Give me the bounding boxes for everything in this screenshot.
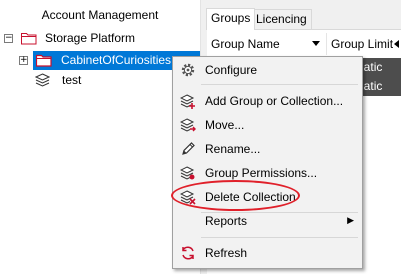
menu-separator bbox=[201, 84, 358, 85]
pencil-icon bbox=[182, 142, 195, 155]
delete-layers-icon bbox=[180, 190, 196, 205]
filter-dropdown-icon[interactable] bbox=[312, 41, 320, 46]
menu-item-label: Rename... bbox=[205, 142, 261, 156]
column-header-group-limit[interactable]: Group Limit bbox=[327, 33, 401, 55]
menu-item-add-group-or-collection[interactable]: Add Group or Collection... bbox=[175, 90, 360, 112]
menu-item-refresh[interactable]: Refresh bbox=[175, 242, 360, 264]
menu-item-label: Move... bbox=[205, 118, 245, 132]
folder-open-icon bbox=[21, 33, 37, 45]
menu-item-move[interactable]: Move... bbox=[175, 114, 360, 136]
expand-icon[interactable]: + bbox=[19, 56, 28, 65]
move-layers-icon bbox=[180, 118, 196, 132]
menu-separator bbox=[201, 237, 358, 238]
menu-item-delete-collection[interactable]: Delete Collection bbox=[175, 186, 360, 208]
menu-item-label: Group Permissions... bbox=[205, 166, 318, 180]
scroll-left-icon[interactable] bbox=[394, 40, 399, 48]
column-header-label: Group Name bbox=[211, 37, 280, 51]
tree-item-storage-platform[interactable]: − Storage Platform bbox=[0, 29, 200, 48]
column-header-group-name[interactable]: Group Name bbox=[207, 33, 327, 55]
permissions-icon bbox=[180, 166, 195, 180]
tree-item-label: CabinetOfCuriosities bbox=[61, 53, 172, 67]
folder-open-icon bbox=[36, 54, 52, 67]
menu-item-configure[interactable]: Configure bbox=[175, 59, 360, 81]
account-tree-panel: Account Management − Storage Platform + … bbox=[0, 0, 200, 274]
menu-item-label: Reports bbox=[205, 214, 248, 228]
column-header-label: Group Limit bbox=[331, 37, 394, 51]
menu-item-rename[interactable]: Rename... bbox=[175, 138, 360, 160]
context-menu: Configure Add Group or Collection... Mov… bbox=[172, 56, 363, 269]
tree-item-cabinetofcuriosities[interactable]: + CabinetOfCuriosities bbox=[0, 51, 200, 70]
tab-groups[interactable]: Groups bbox=[206, 8, 256, 30]
menu-item-label: Delete Collection bbox=[205, 190, 296, 204]
submenu-arrow-icon: ▶ bbox=[347, 216, 354, 226]
menu-item-label: Add Group or Collection... bbox=[205, 94, 344, 108]
tree-item-test[interactable]: test bbox=[0, 71, 200, 90]
add-layers-icon bbox=[180, 94, 195, 109]
gear-icon bbox=[181, 63, 195, 77]
reports-icon bbox=[180, 213, 196, 229]
tree-item-label: test bbox=[62, 73, 82, 87]
menu-item-group-permissions[interactable]: Group Permissions... bbox=[175, 162, 360, 184]
menu-item-reports[interactable]: Reports ▶ bbox=[175, 210, 360, 232]
refresh-icon bbox=[182, 246, 194, 260]
tab-licencing[interactable]: Licencing bbox=[251, 9, 312, 29]
layers-icon bbox=[35, 73, 50, 87]
tree-item-label: Storage Platform bbox=[45, 31, 136, 45]
menu-item-label: Configure bbox=[205, 63, 258, 77]
menu-item-label: Refresh bbox=[205, 246, 248, 260]
panel-title: Account Management bbox=[41, 8, 159, 22]
collapse-icon[interactable]: − bbox=[4, 34, 13, 43]
